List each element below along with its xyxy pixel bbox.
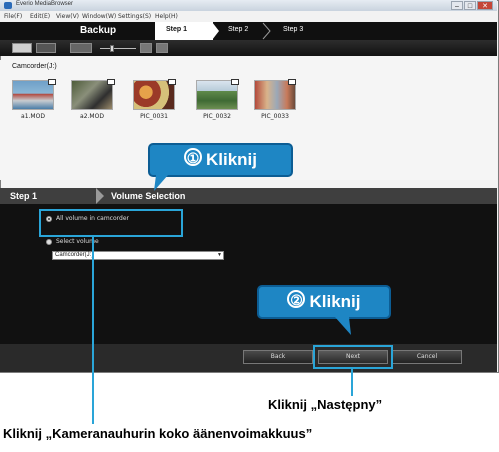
photo-icon (288, 79, 296, 85)
highlight-all-volume (39, 209, 183, 237)
menu-file[interactable]: File(F) (4, 13, 22, 21)
maximize-button[interactable]: □ (464, 1, 476, 10)
tab-step-2: Step 2 (228, 26, 249, 33)
cancel-button[interactable]: Cancel (392, 350, 462, 364)
callout-click-2: ② Kliknij (257, 285, 391, 319)
caption-next: Kliknij „Następny” (268, 397, 383, 412)
close-button[interactable]: ✕ (477, 1, 493, 10)
speaker-icon[interactable] (156, 43, 168, 53)
volume-dropdown[interactable]: Camcorder(J:) ▼ (52, 251, 224, 260)
source-label: Camcorder(J:) (12, 63, 57, 70)
menu-edit[interactable]: Edit(E) (30, 13, 50, 21)
step-number-2: ② (287, 290, 306, 308)
title-bar: Everio MediaBrowser – □ ✕ (0, 0, 497, 11)
chevron-right-icon (96, 188, 104, 204)
photo-icon (168, 79, 176, 85)
view-toolbar (0, 40, 497, 56)
leader-line-next (351, 369, 353, 396)
chevron-down-icon: ▼ (217, 252, 222, 258)
thumbnail-caption: PIC_0032 (203, 113, 231, 120)
volume-dropdown-value: Camcorder(J:) (55, 252, 94, 258)
list-view-icon[interactable] (36, 43, 56, 53)
callout-pointer (154, 175, 168, 191)
thumbnail-caption: a1.MOD (21, 113, 45, 120)
zoom-in-icon[interactable] (140, 43, 152, 53)
back-button[interactable]: Back (243, 350, 313, 364)
photo-icon (231, 79, 239, 85)
menu-settings[interactable]: Settings(S) (118, 13, 151, 21)
radio-select-volume[interactable] (46, 239, 52, 245)
step-label: Step 1 (10, 191, 38, 201)
leader-line-volume (92, 237, 94, 424)
callout-click-1: ① Kliknij (148, 143, 293, 177)
window-title: Everio MediaBrowser (16, 1, 74, 7)
thumbnail-caption: PIC_0031 (140, 113, 168, 120)
minimize-button[interactable]: – (451, 1, 463, 10)
tab-step-3: Step 3 (283, 26, 304, 33)
zoom-slider-track (100, 48, 136, 49)
menu-window[interactable]: Window(W) (82, 13, 116, 21)
callout-pointer (335, 317, 351, 335)
menu-help[interactable]: Help(H) (155, 13, 178, 21)
step-panel-header: Step 1 Volume Selection (0, 188, 497, 204)
step-number-1: ① (183, 148, 202, 166)
tab-step-1: Step 1 (166, 26, 188, 33)
page-title: Backup (80, 25, 117, 36)
app-icon (4, 2, 12, 9)
thumbnail-view-icon[interactable] (12, 43, 32, 53)
movie-icon (48, 79, 56, 85)
chevron-right-icon (212, 22, 219, 40)
caption-volume: Kliknij „Kameranauhurin koko äänenvoimak… (3, 426, 313, 441)
thumbnail-caption: a2.MOD (80, 113, 104, 120)
callout-word-2: Kliknij (309, 292, 361, 311)
thumbnail-caption: PIC_0033 (261, 113, 289, 120)
wizard-header: Backup Step 1 Step 2 Step 3 (0, 22, 497, 40)
step-title: Volume Selection (111, 191, 186, 201)
chevron-right-icon (262, 22, 271, 40)
highlight-next-button (313, 345, 393, 369)
callout-word-1: Kliknij (205, 150, 257, 169)
zoom-slider-handle[interactable] (110, 45, 114, 52)
detail-view-icon[interactable] (70, 43, 92, 53)
movie-icon (107, 79, 115, 85)
menu-view[interactable]: View(V) (56, 13, 79, 21)
